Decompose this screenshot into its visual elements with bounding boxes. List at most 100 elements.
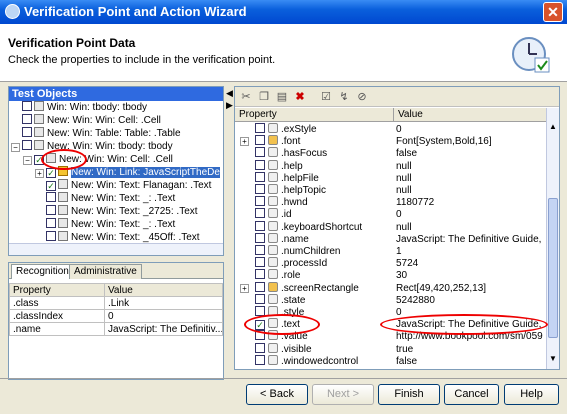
scroll-down-icon[interactable]: ▼ — [548, 354, 558, 364]
filter-icon[interactable]: ⊘ — [355, 90, 369, 104]
property-value[interactable]: null — [393, 172, 543, 185]
copy-icon[interactable]: ❐ — [257, 90, 271, 104]
checkbox[interactable] — [255, 208, 265, 219]
scrollbar-thumb[interactable] — [548, 198, 558, 338]
property-value[interactable]: 5242880 — [393, 294, 543, 307]
property-row[interactable]: .role 30 — [235, 269, 547, 282]
checkbox[interactable] — [255, 171, 265, 182]
scroll-up-icon[interactable]: ▲ — [548, 122, 558, 132]
property-row[interactable]: .hwnd 1180772 — [235, 196, 547, 209]
test-objects-tree[interactable]: Test Objects Win: Win: tbody: tbody New: … — [8, 86, 224, 256]
uncheck-all-icon[interactable]: ↯ — [337, 90, 351, 104]
back-button[interactable]: < Back — [246, 384, 308, 405]
tree-item[interactable]: − New: Win: Win: tbody: tbody — [11, 140, 173, 153]
property-row[interactable]: .screenRectangle + Rect[49,420,252,13] — [235, 281, 547, 295]
checkbox[interactable] — [255, 257, 265, 268]
property-row[interactable]: .helpTopic null — [235, 184, 547, 197]
property-row[interactable]: .name JavaScript: The Definitive Guide, 5… — [235, 232, 547, 246]
delete-icon[interactable]: ✖ — [293, 90, 307, 104]
property-value[interactable]: 0 — [393, 208, 543, 221]
cut-icon[interactable]: ✂ — [239, 90, 253, 104]
property-row[interactable]: .hasFocus false — [235, 147, 547, 160]
checkbox[interactable] — [46, 231, 56, 241]
tree-item[interactable]: Win: Win: tbody: tbody — [11, 101, 147, 114]
checkbox[interactable] — [22, 101, 32, 111]
expand-icon[interactable]: − — [23, 156, 32, 165]
checkbox[interactable] — [255, 245, 265, 255]
property-value[interactable]: 1 — [393, 245, 543, 258]
table-row[interactable]: .classIndex 0 — [9, 309, 223, 323]
expand-icon[interactable]: + — [240, 283, 249, 293]
next-button[interactable]: Next > — [312, 384, 374, 405]
property-value[interactable]: 1180772 — [393, 196, 543, 209]
check-all-icon[interactable]: ☑ — [319, 90, 333, 104]
property-value[interactable]: 30 — [393, 269, 543, 282]
property-value[interactable]: Font[System,Bold,16] — [393, 135, 543, 148]
checkbox[interactable] — [255, 342, 265, 353]
property-row[interactable]: .numChildren 1 — [235, 245, 547, 258]
checkbox[interactable] — [255, 269, 265, 280]
property-value[interactable]: 5724 — [393, 257, 543, 270]
property-row[interactable]: .id 0 — [235, 208, 547, 221]
property-value[interactable]: true — [393, 343, 543, 356]
paste-icon[interactable]: ▤ — [275, 90, 289, 104]
property-row[interactable]: .keyboardShortcut null — [235, 220, 547, 234]
property-row[interactable]: .help null — [235, 159, 547, 173]
property-value[interactable]: false — [393, 355, 543, 368]
table-row[interactable]: .class .Link — [9, 296, 223, 310]
column-header-value[interactable]: Value — [104, 283, 223, 297]
checkbox[interactable] — [255, 147, 265, 158]
collapse-arrow-icon[interactable]: ◀ — [226, 88, 233, 99]
close-icon[interactable]: ✕ — [543, 2, 563, 22]
checkbox[interactable] — [46, 218, 56, 228]
property-value[interactable]: null — [393, 160, 543, 173]
collapse-arrow-icon[interactable]: ▶ — [226, 100, 233, 111]
tab-administrative[interactable]: Administrative — [69, 264, 142, 279]
checkbox[interactable] — [255, 281, 265, 292]
property-value[interactable]: 0 — [393, 123, 543, 136]
checkbox[interactable] — [255, 196, 265, 207]
column-header-property[interactable]: Property — [239, 109, 277, 120]
tree-item[interactable]: ✓ New: Win: Text: Flanagan: .Text — [35, 179, 211, 192]
table-row[interactable]: .name JavaScript: The Definitiv... — [9, 322, 223, 336]
checkbox[interactable] — [22, 114, 32, 124]
property-row[interactable]: .exStyle 0 — [235, 123, 547, 136]
property-row[interactable]: .font + Font[System,Bold,16] — [235, 135, 547, 148]
property-value[interactable]: false — [393, 147, 543, 160]
checkbox[interactable] — [46, 192, 56, 202]
tree-item[interactable]: New: Win: Text: _: .Text — [35, 218, 175, 231]
property-row[interactable]: .helpFile null — [235, 171, 547, 185]
property-value[interactable]: null — [393, 221, 543, 234]
checkbox[interactable] — [255, 159, 265, 170]
checkbox[interactable] — [255, 232, 265, 243]
checkbox[interactable] — [255, 293, 265, 304]
help-button[interactable]: Help — [504, 384, 559, 405]
tree-item[interactable]: New: Win: Text: _: .Text — [35, 192, 175, 205]
property-value[interactable]: null — [393, 184, 543, 197]
tree-item[interactable]: New: Win: Text: _2725: .Text — [35, 205, 198, 218]
checkbox[interactable]: ✓ — [46, 168, 56, 178]
checkbox[interactable] — [255, 135, 265, 146]
property-row[interactable]: .state 5242880 — [235, 293, 547, 307]
property-value[interactable]: JavaScript: The Definitive Guide, 5th ..… — [393, 233, 543, 246]
finish-button[interactable]: Finish — [378, 384, 440, 405]
tree-item[interactable]: New: Win: Win: Cell: .Cell — [11, 114, 161, 127]
checkbox[interactable] — [46, 205, 56, 215]
expand-icon[interactable]: + — [240, 137, 249, 147]
property-row[interactable]: .windowedcontrol false — [235, 354, 547, 368]
checkbox[interactable] — [255, 184, 265, 194]
tree-item[interactable]: New: Win: Table: Table: .Table — [11, 127, 181, 140]
checkbox[interactable] — [255, 123, 265, 133]
column-header-value[interactable]: Value — [393, 108, 423, 122]
property-row[interactable]: .processId 5724 — [235, 257, 547, 270]
cancel-button[interactable]: Cancel — [444, 384, 499, 405]
checkbox[interactable] — [22, 127, 32, 137]
checkbox[interactable] — [255, 220, 265, 231]
tree-horizontal-scrollbar[interactable] — [9, 243, 223, 255]
expand-icon[interactable]: + — [35, 169, 44, 178]
property-value[interactable]: Rect[49,420,252,13] — [393, 282, 543, 295]
checkbox[interactable] — [22, 140, 32, 150]
property-row[interactable]: .visible true — [235, 342, 547, 356]
checkbox[interactable]: ✓ — [46, 181, 56, 191]
expand-icon[interactable]: − — [11, 143, 20, 152]
